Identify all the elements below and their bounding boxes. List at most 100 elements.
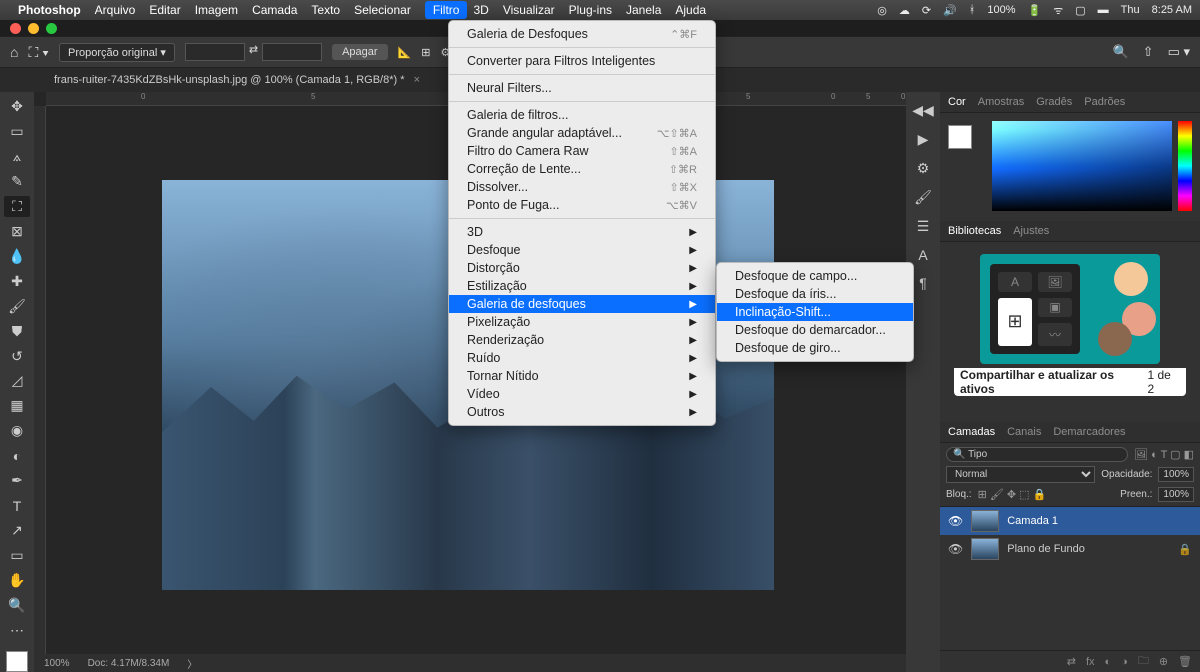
zoom-tool[interactable]: 🔍 bbox=[4, 595, 30, 616]
color-swatches[interactable] bbox=[6, 651, 28, 672]
close-window-button[interactable] bbox=[10, 23, 21, 34]
submenu-item[interactable]: Desfoque da íris... bbox=[717, 285, 913, 303]
tab-padroes[interactable]: Padrões bbox=[1084, 96, 1125, 108]
bluetooth-icon[interactable]: ᚼ bbox=[969, 4, 976, 16]
gradient-tool[interactable]: ▦ bbox=[4, 395, 30, 416]
swap-icon[interactable]: ⇄ bbox=[249, 43, 258, 61]
menu-camada[interactable]: Camada bbox=[252, 3, 297, 17]
fg-bg-colors[interactable] bbox=[948, 125, 972, 149]
expand-icon[interactable]: ◀◀ bbox=[912, 102, 934, 119]
zoom-level[interactable]: 100% bbox=[44, 658, 70, 669]
menu-item[interactable]: Galeria de Desfoques⌃⌘F bbox=[449, 25, 715, 43]
menu-item[interactable]: Correção de Lente...⇧⌘R bbox=[449, 160, 715, 178]
submenu-item[interactable]: Inclinação-Shift... bbox=[717, 303, 913, 321]
menu-item[interactable]: Galeria de desfoques▶ bbox=[449, 295, 715, 313]
menu-texto[interactable]: Texto bbox=[311, 3, 340, 17]
tab-camadas[interactable]: Camadas bbox=[948, 426, 995, 438]
tab-demarcadores[interactable]: Demarcadores bbox=[1053, 426, 1125, 438]
path-tool[interactable]: ↗ bbox=[4, 520, 30, 541]
menu-item[interactable]: 3D▶ bbox=[449, 223, 715, 241]
lock-icon[interactable]: 🔒 bbox=[1178, 543, 1192, 556]
menu-3d[interactable]: 3D bbox=[473, 3, 488, 17]
flag-icon[interactable]: ▬ bbox=[1098, 4, 1109, 16]
brush-panel-icon[interactable]: 🖌 bbox=[914, 189, 932, 206]
new-layer-icon[interactable]: ⊕ bbox=[1159, 655, 1168, 668]
straighten-icon[interactable]: 📐 bbox=[398, 46, 412, 59]
menu-ajuda[interactable]: Ajuda bbox=[675, 3, 706, 17]
layer-row[interactable]: 👁 Plano de Fundo 🔒 bbox=[940, 535, 1200, 563]
menu-item[interactable]: Grande angular adaptável...⌥⇧⌘A bbox=[449, 124, 715, 142]
mask-icon[interactable]: ◐ bbox=[1105, 656, 1112, 668]
adjust-icon[interactable]: ⚙ bbox=[917, 160, 930, 177]
link-layers-icon[interactable]: ⇄ bbox=[1067, 655, 1076, 668]
battery-icon[interactable]: 🔋 bbox=[1028, 4, 1042, 17]
tab-canais[interactable]: Canais bbox=[1007, 426, 1041, 438]
para-panel-icon[interactable]: ¶ bbox=[919, 275, 927, 291]
menu-plugins[interactable]: Plug-ins bbox=[569, 3, 612, 17]
home-icon[interactable]: ⌂ bbox=[10, 44, 18, 60]
close-tab-icon[interactable]: × bbox=[414, 74, 420, 86]
adjustment-icon[interactable]: ◑ bbox=[1121, 656, 1128, 668]
tab-grades[interactable]: Gradês bbox=[1036, 96, 1072, 108]
share-icon[interactable]: ⇧ bbox=[1143, 44, 1154, 60]
healing-tool[interactable]: ✚ bbox=[4, 271, 30, 292]
type-tool[interactable]: T bbox=[4, 495, 30, 516]
sync-icon[interactable]: ⟳ bbox=[922, 4, 931, 17]
menu-editar[interactable]: Editar bbox=[149, 3, 180, 17]
crop-tool[interactable]: ⛶ bbox=[4, 196, 30, 217]
minimize-window-button[interactable] bbox=[28, 23, 39, 34]
lock-icons[interactable]: ⊞ 🖌 ✥ ⬚ 🔒 bbox=[978, 488, 1047, 501]
layer-filter-icons[interactable]: 🖼 ◐ T ▢ ◧ bbox=[1134, 448, 1194, 461]
stamp-tool[interactable]: ⛊ bbox=[4, 321, 30, 342]
menu-item[interactable]: Vídeo▶ bbox=[449, 385, 715, 403]
height-input[interactable] bbox=[262, 43, 322, 61]
siri-icon[interactable]: ◎ bbox=[877, 4, 887, 17]
edit-toolbar[interactable]: ⋯ bbox=[4, 620, 30, 641]
submenu-item[interactable]: Desfoque de campo... bbox=[717, 267, 913, 285]
overlay-icon[interactable]: ⊞ bbox=[421, 46, 430, 59]
layer-filter-search[interactable]: 🔍 Tipo bbox=[946, 447, 1128, 462]
menu-item[interactable]: Outros▶ bbox=[449, 403, 715, 421]
menu-item[interactable]: Galeria de filtros... bbox=[449, 106, 715, 124]
aspect-ratio-dropdown[interactable]: Proporção original ▾ bbox=[59, 43, 175, 62]
menu-item[interactable]: Estilização▶ bbox=[449, 277, 715, 295]
layer-thumbnail[interactable] bbox=[971, 510, 999, 532]
eraser-tool[interactable]: ◿ bbox=[4, 370, 30, 391]
doc-size[interactable]: Doc: 4.17M/8.34M bbox=[88, 658, 170, 669]
tab-amostras[interactable]: Amostras bbox=[978, 96, 1024, 108]
lasso-tool[interactable]: ⟑ bbox=[4, 146, 30, 167]
visibility-icon[interactable]: 👁 bbox=[948, 514, 963, 528]
app-name[interactable]: Photoshop bbox=[18, 3, 81, 17]
group-icon[interactable]: 🗀 bbox=[1138, 652, 1149, 671]
hand-tool[interactable]: ✋ bbox=[4, 570, 30, 591]
crop-tool-icon[interactable]: ⛶ ▾ bbox=[28, 44, 49, 61]
char-panel-icon[interactable]: A bbox=[918, 247, 927, 263]
status-arrow[interactable]: 〉 bbox=[187, 656, 197, 671]
menu-item[interactable]: Desfoque▶ bbox=[449, 241, 715, 259]
menu-selecionar[interactable]: Selecionar bbox=[354, 3, 411, 17]
hue-slider[interactable] bbox=[1178, 121, 1192, 211]
search-icon[interactable]: 🔍 bbox=[1112, 44, 1128, 60]
menu-imagem[interactable]: Imagem bbox=[195, 3, 238, 17]
play-icon[interactable]: ▶ bbox=[918, 131, 929, 148]
layer-thumbnail[interactable] bbox=[971, 538, 999, 560]
menu-item[interactable]: Distorção▶ bbox=[449, 259, 715, 277]
menu-visualizar[interactable]: Visualizar bbox=[503, 3, 555, 17]
color-picker-field[interactable] bbox=[992, 121, 1172, 211]
blend-mode-select[interactable]: Normal bbox=[946, 466, 1095, 483]
menu-item[interactable]: Neural Filters... bbox=[449, 79, 715, 97]
menu-item[interactable]: Renderização▶ bbox=[449, 331, 715, 349]
layer-name[interactable]: Camada 1 bbox=[1007, 515, 1058, 527]
brush-tool[interactable]: 🖌 bbox=[4, 296, 30, 317]
eyedropper-tool[interactable]: 💧 bbox=[4, 246, 30, 267]
menu-filtro[interactable]: Filtro bbox=[425, 1, 468, 19]
history-panel-icon[interactable]: ☰ bbox=[917, 218, 930, 235]
pen-tool[interactable]: ✒ bbox=[4, 470, 30, 491]
zoom-window-button[interactable] bbox=[46, 23, 57, 34]
layer-row[interactable]: 👁 Camada 1 bbox=[940, 507, 1200, 535]
submenu-item[interactable]: Desfoque do demarcador... bbox=[717, 321, 913, 339]
delete-icon[interactable]: 🗑 bbox=[1178, 655, 1192, 668]
history-brush-tool[interactable]: ↺ bbox=[4, 346, 30, 367]
menu-item[interactable]: Dissolver...⇧⌘X bbox=[449, 178, 715, 196]
clear-button[interactable]: Apagar bbox=[332, 44, 387, 60]
